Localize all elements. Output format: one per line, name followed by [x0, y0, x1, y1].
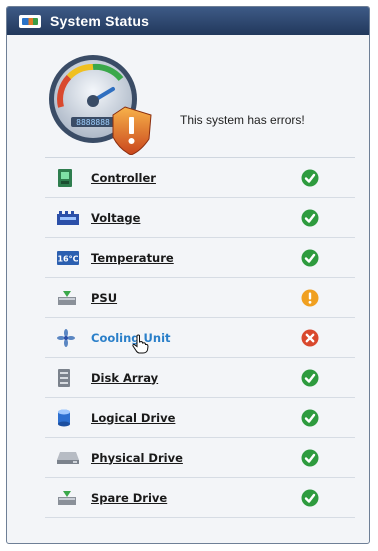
list-item-physical-drive[interactable]: Physical Drive [45, 438, 355, 478]
spare-drive-link[interactable]: Spare Drive [91, 491, 167, 505]
ok-check-icon [301, 369, 319, 387]
controller-icon [57, 168, 85, 188]
ok-check-icon [301, 409, 319, 427]
spare-drive-icon [57, 488, 85, 508]
hand-cursor-icon [132, 334, 149, 354]
panel-title: System Status [50, 13, 150, 29]
list-item-controller[interactable]: Controller [45, 158, 355, 198]
psu-icon [57, 288, 85, 308]
list-item-voltage[interactable]: Voltage [45, 198, 355, 238]
voltage-link[interactable]: Voltage [91, 211, 140, 225]
warning-icon [301, 289, 319, 307]
logical-drive-link[interactable]: Logical Drive [91, 411, 175, 425]
system-status-message: This system has errors! [180, 113, 305, 127]
list-item-cooling-unit[interactable]: Cooling Unit [45, 318, 355, 358]
list-item-spare-drive[interactable]: Spare Drive [45, 478, 355, 518]
list-item-psu[interactable]: PSU [45, 278, 355, 318]
status-panel-icon [19, 14, 41, 28]
disk-array-icon [57, 368, 85, 388]
ok-check-icon [301, 209, 319, 227]
component-list: Controller Voltage 16°C Temperature PSU [45, 157, 355, 518]
controller-link[interactable]: Controller [91, 171, 156, 185]
physical-drive-link[interactable]: Physical Drive [91, 451, 183, 465]
fan-icon [57, 328, 85, 348]
physical-drive-icon [57, 448, 85, 468]
ok-check-icon [301, 169, 319, 187]
error-icon [301, 329, 319, 347]
logical-drive-icon [57, 408, 85, 428]
voltage-icon [57, 208, 85, 228]
svg-text:16°C: 16°C [57, 254, 78, 263]
psu-link[interactable]: PSU [91, 291, 117, 305]
status-summary: 8888888 This system has errors! [7, 35, 369, 157]
list-item-disk-array[interactable]: Disk Array [45, 358, 355, 398]
temperature-link[interactable]: Temperature [91, 251, 174, 265]
temperature-icon: 16°C [57, 248, 85, 268]
ok-check-icon [301, 249, 319, 267]
list-item-logical-drive[interactable]: Logical Drive [45, 398, 355, 438]
ok-check-icon [301, 489, 319, 507]
disk-array-link[interactable]: Disk Array [91, 371, 158, 385]
list-item-temperature[interactable]: 16°C Temperature [45, 238, 355, 278]
svg-text:8888888: 8888888 [76, 118, 110, 127]
system-status-panel: System Status 8888888 This system has er… [6, 6, 370, 544]
panel-header: System Status [7, 7, 369, 35]
gauge-icon: 8888888 [49, 55, 152, 155]
ok-check-icon [301, 449, 319, 467]
